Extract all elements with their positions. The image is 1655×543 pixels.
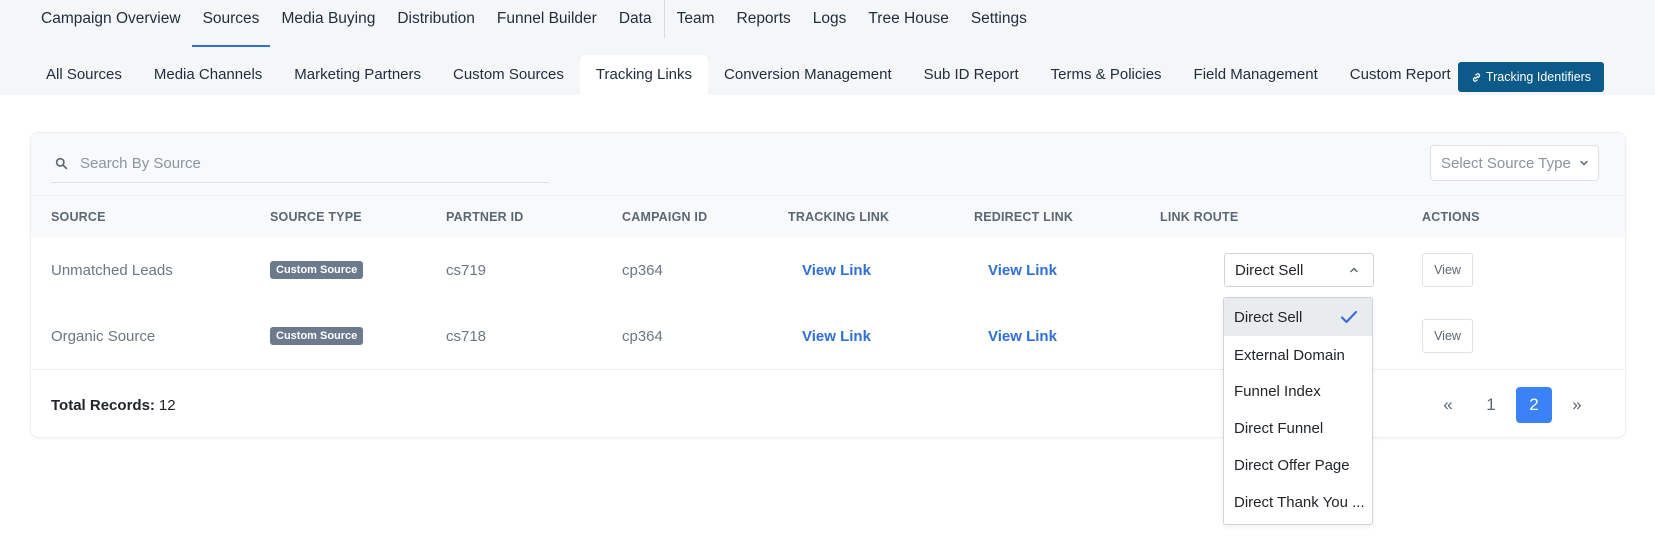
view-button[interactable]: View [1422,319,1473,353]
nav-campaign-overview[interactable]: Campaign Overview [30,0,192,47]
tab-terms-policies[interactable]: Terms & Policies [1035,55,1178,95]
tab-media-channels[interactable]: Media Channels [138,55,278,95]
pagination-page-2[interactable]: 2 [1516,387,1552,423]
source-name: Unmatched Leads [51,261,173,279]
actions-cell: View [1422,303,1473,369]
total-records-label: Total Records: [51,396,155,414]
header-campaign-id: CAMPAIGN ID [622,210,708,224]
nav-logs[interactable]: Logs [802,0,858,47]
link-route-value: Direct Sell [1235,261,1304,279]
tab-tracking-links[interactable]: Tracking Links [579,55,709,95]
route-option-label: External Domain [1234,346,1345,364]
header-tracking-link: TRACKING LINK [788,210,890,224]
tab-marketing-partners[interactable]: Marketing Partners [278,55,437,95]
route-option-funnel-index[interactable]: Funnel Index [1224,372,1372,410]
tracking-view-link[interactable]: View Link [802,328,871,345]
tab-field-management[interactable]: Field Management [1178,55,1334,95]
tracking-identifiers-button[interactable]: Tracking Identifiers [1458,62,1604,92]
nav-divider [663,0,665,38]
pagination: « 1 2 » [1430,387,1602,423]
table-row: Organic Source Custom Source cs718 cp364… [31,303,1625,369]
route-option-label: Direct Funnel [1234,419,1324,437]
header-source-type: SOURCE TYPE [270,210,362,224]
nav-funnel-builder[interactable]: Funnel Builder [486,0,608,47]
link-route-dropdown: Direct Sell External Domain Funnel Index… [1223,297,1373,525]
source-type-select[interactable]: Select Source Type [1430,145,1599,181]
nav-team[interactable]: Team [666,0,726,47]
route-option-label: Direct Sell [1234,308,1303,326]
search-box [51,145,549,183]
total-records: Total Records: 12 [51,370,176,440]
nav-reports[interactable]: Reports [726,0,802,47]
total-records-value: 12 [158,396,176,414]
header-actions: ACTIONS [1422,210,1480,224]
route-option-direct-offer-page[interactable]: Direct Offer Page [1224,446,1372,484]
nav-data[interactable]: Data [608,0,663,47]
header-partner-id: PARTNER ID [446,210,524,224]
chevron-down-icon [1580,160,1588,166]
source-type-cell: Custom Source [270,303,364,369]
pagination-next[interactable]: » [1559,387,1595,423]
link-icon [1472,72,1480,82]
nav-sources[interactable]: Sources [191,0,271,47]
tab-conversion-management[interactable]: Conversion Management [708,55,908,95]
tracking-link-cell: View Link [802,303,871,369]
route-option-direct-thank-you[interactable]: Direct Thank You ... [1224,483,1372,521]
campaign-id: cp364 [622,327,663,345]
redirect-link-cell: View Link [988,303,1057,369]
card-toolbar: Select Source Type [31,133,1625,195]
partner-id: cs718 [446,327,487,345]
partner-id: cs719 [446,261,487,279]
route-option-label: Funnel Index [1234,382,1321,400]
tab-sub-id-report[interactable]: Sub ID Report [908,55,1035,95]
tab-custom-report[interactable]: Custom Report [1334,55,1467,95]
route-option-label: Direct Thank You ... [1234,493,1365,511]
tracking-identifiers-label: Tracking Identifiers [1485,70,1592,84]
top-navigation: Campaign Overview Sources Media Buying D… [0,0,1655,95]
header-link-route: LINK ROUTE [1160,210,1239,224]
route-option-direct-sell[interactable]: Direct Sell [1224,298,1372,336]
tracking-links-card: Select Source Type SOURCE SOURCE TYPE PA… [30,132,1626,438]
actions-cell: View [1422,237,1473,303]
table-header: SOURCE SOURCE TYPE PARTNER ID CAMPAIGN I… [31,195,1625,237]
chevron-up-icon [1350,267,1358,273]
tab-all-sources[interactable]: All Sources [30,55,138,95]
header-redirect-link: REDIRECT LINK [974,210,1074,224]
route-option-external-domain[interactable]: External Domain [1224,336,1372,374]
nav-tree-house[interactable]: Tree House [857,0,959,47]
campaign-id: cp364 [622,261,663,279]
header-source: SOURCE [51,210,106,224]
tracking-link-cell: View Link [802,237,871,303]
redirect-view-link[interactable]: View Link [988,262,1057,279]
search-input[interactable] [80,155,520,172]
source-type-placeholder: Select Source Type [1441,154,1571,172]
table-row: Unmatched Leads Custom Source cs719 cp36… [31,237,1625,303]
nav-distribution[interactable]: Distribution [386,0,486,47]
route-option-label: Direct Offer Page [1234,456,1350,474]
table-footer: Total Records: 12 « 1 2 » [31,369,1625,439]
nav-settings[interactable]: Settings [960,0,1038,47]
tracking-view-link[interactable]: View Link [802,262,871,279]
checkmark-icon [1340,310,1358,324]
sub-nav: All Sources Media Channels Marketing Par… [30,55,1467,95]
link-route-cell: Direct Sell [1224,237,1374,303]
redirect-view-link[interactable]: View Link [988,328,1057,345]
search-icon [55,157,68,170]
pagination-prev[interactable]: « [1430,387,1466,423]
source-type-badge: Custom Source [270,261,364,279]
main-nav: Campaign Overview Sources Media Buying D… [30,0,1038,47]
source-type-badge: Custom Source [270,327,364,345]
route-option-direct-funnel[interactable]: Direct Funnel [1224,409,1372,447]
view-button[interactable]: View [1422,253,1473,287]
pagination-page-1[interactable]: 1 [1473,387,1509,423]
redirect-link-cell: View Link [988,237,1057,303]
nav-media-buying[interactable]: Media Buying [270,0,386,47]
link-route-select[interactable]: Direct Sell [1224,253,1374,287]
tab-custom-sources[interactable]: Custom Sources [437,55,580,95]
source-name: Organic Source [51,327,156,345]
source-type-cell: Custom Source [270,237,364,303]
